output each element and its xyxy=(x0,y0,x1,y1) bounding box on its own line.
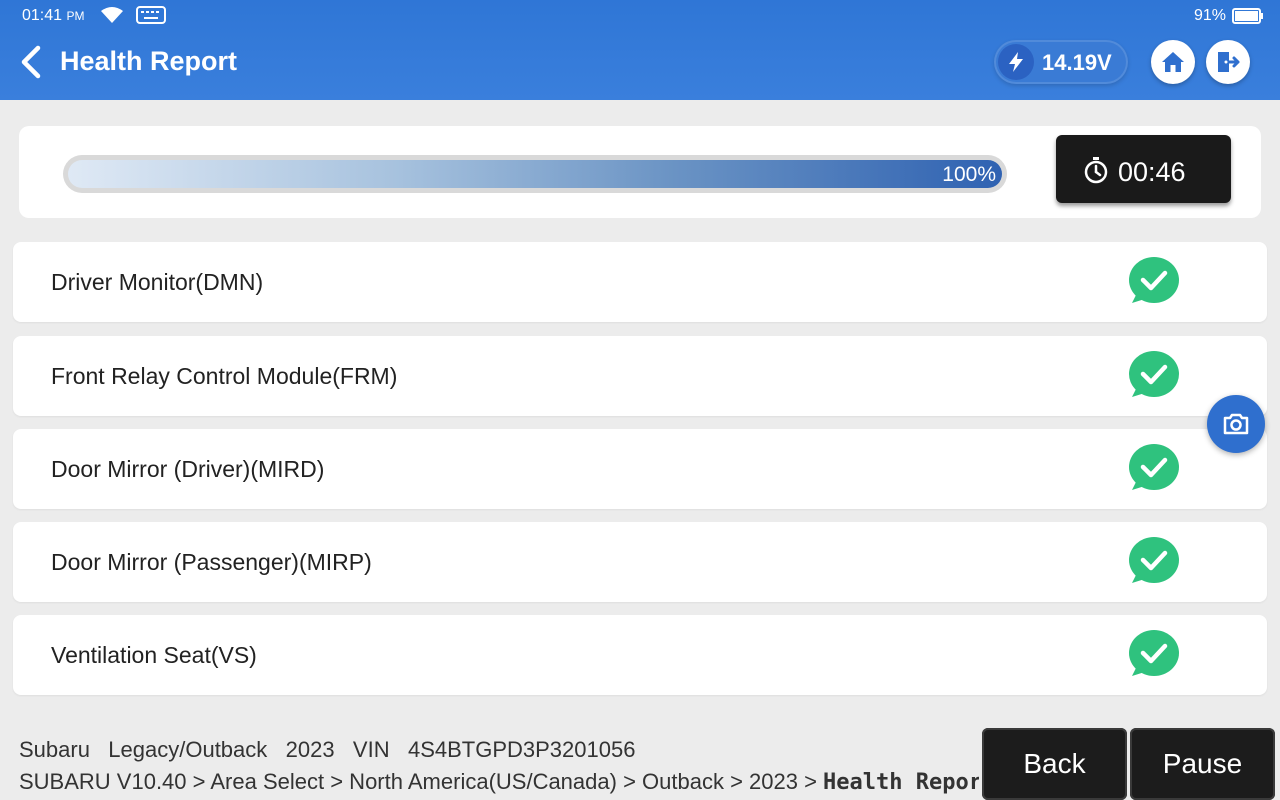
checkmark-icon xyxy=(1129,444,1179,490)
status-bar: 01:41 PM 91% xyxy=(0,0,1280,32)
checkmark-icon xyxy=(1129,630,1179,676)
checkmark-icon xyxy=(1129,351,1179,397)
wifi-icon xyxy=(101,7,123,23)
battery-percent: 91% xyxy=(1193,7,1226,24)
module-label: Front Relay Control Module(FRM) xyxy=(51,363,398,389)
top-bar: 01:41 PM 91% Health Report 14.19V xyxy=(0,0,1280,100)
module-label: Door Mirror (Driver)(MIRD) xyxy=(51,456,325,482)
checkmark-icon xyxy=(1129,257,1179,303)
checkmark-icon xyxy=(1129,537,1179,583)
module-label: Ventilation Seat(VS) xyxy=(51,642,257,668)
vin-value: 4S4BTGPD3P3201056 xyxy=(407,737,636,762)
breadcrumb-path: SUBARU V10.40 > Area Select > North Amer… xyxy=(19,769,824,794)
progress-card: 100% 00:46 xyxy=(19,126,1261,218)
pause-button[interactable]: Pause xyxy=(1130,728,1275,800)
back-button[interactable]: Back xyxy=(982,728,1127,800)
list-item[interactable]: Front Relay Control Module(FRM) xyxy=(13,336,1267,416)
exit-icon xyxy=(1218,52,1240,72)
list-item[interactable]: Door Mirror (Passenger)(MIRP) xyxy=(13,522,1267,602)
vehicle-make: Subaru xyxy=(19,737,90,762)
breadcrumb: SUBARU V10.40 > Area Select > North Amer… xyxy=(19,769,979,795)
stopwatch-icon xyxy=(1084,157,1108,184)
list-item[interactable]: Door Mirror (Driver)(MIRD) xyxy=(13,429,1267,509)
breadcrumb-current: Health Report xyxy=(823,770,979,795)
home-icon xyxy=(1162,52,1184,72)
battery-icon xyxy=(1232,8,1263,24)
vehicle-year: 2023 xyxy=(285,737,335,762)
list-item[interactable]: Ventilation Seat(VS) xyxy=(13,615,1267,695)
screenshot-button[interactable] xyxy=(1207,395,1265,453)
timer-value: 00:46 xyxy=(1118,157,1186,187)
timer-display: 00:46 xyxy=(1056,135,1231,203)
vehicle-model: Legacy/Outback xyxy=(108,737,268,762)
vehicle-info: Subaru Legacy/Outback 2023 VIN 4S4BTGPD3… xyxy=(19,737,635,763)
voltage-value: 14.19V xyxy=(1042,50,1112,75)
progress-fill: 100% xyxy=(68,160,1002,188)
status-time: 01:41 PM xyxy=(22,7,85,24)
vin-label: VIN xyxy=(352,737,390,762)
page-title: Health Report xyxy=(60,46,238,76)
footer: Subaru Legacy/Outback 2023 VIN 4S4BTGPD3… xyxy=(0,722,1280,800)
module-label: Driver Monitor(DMN) xyxy=(51,269,264,295)
module-label: Door Mirror (Passenger)(MIRP) xyxy=(51,549,372,575)
progress-percent: 100% xyxy=(942,163,996,186)
home-button[interactable] xyxy=(1151,40,1195,84)
voltage-indicator: 14.19V xyxy=(994,40,1128,84)
progress-bar: 100% xyxy=(63,155,1007,193)
back-arrow-icon[interactable] xyxy=(16,44,46,80)
camera-icon xyxy=(1223,413,1249,435)
lightning-bolt-icon xyxy=(998,44,1034,80)
keyboard-icon xyxy=(136,6,166,24)
list-item[interactable]: Driver Monitor(DMN) xyxy=(13,242,1267,322)
exit-button[interactable] xyxy=(1206,40,1250,84)
